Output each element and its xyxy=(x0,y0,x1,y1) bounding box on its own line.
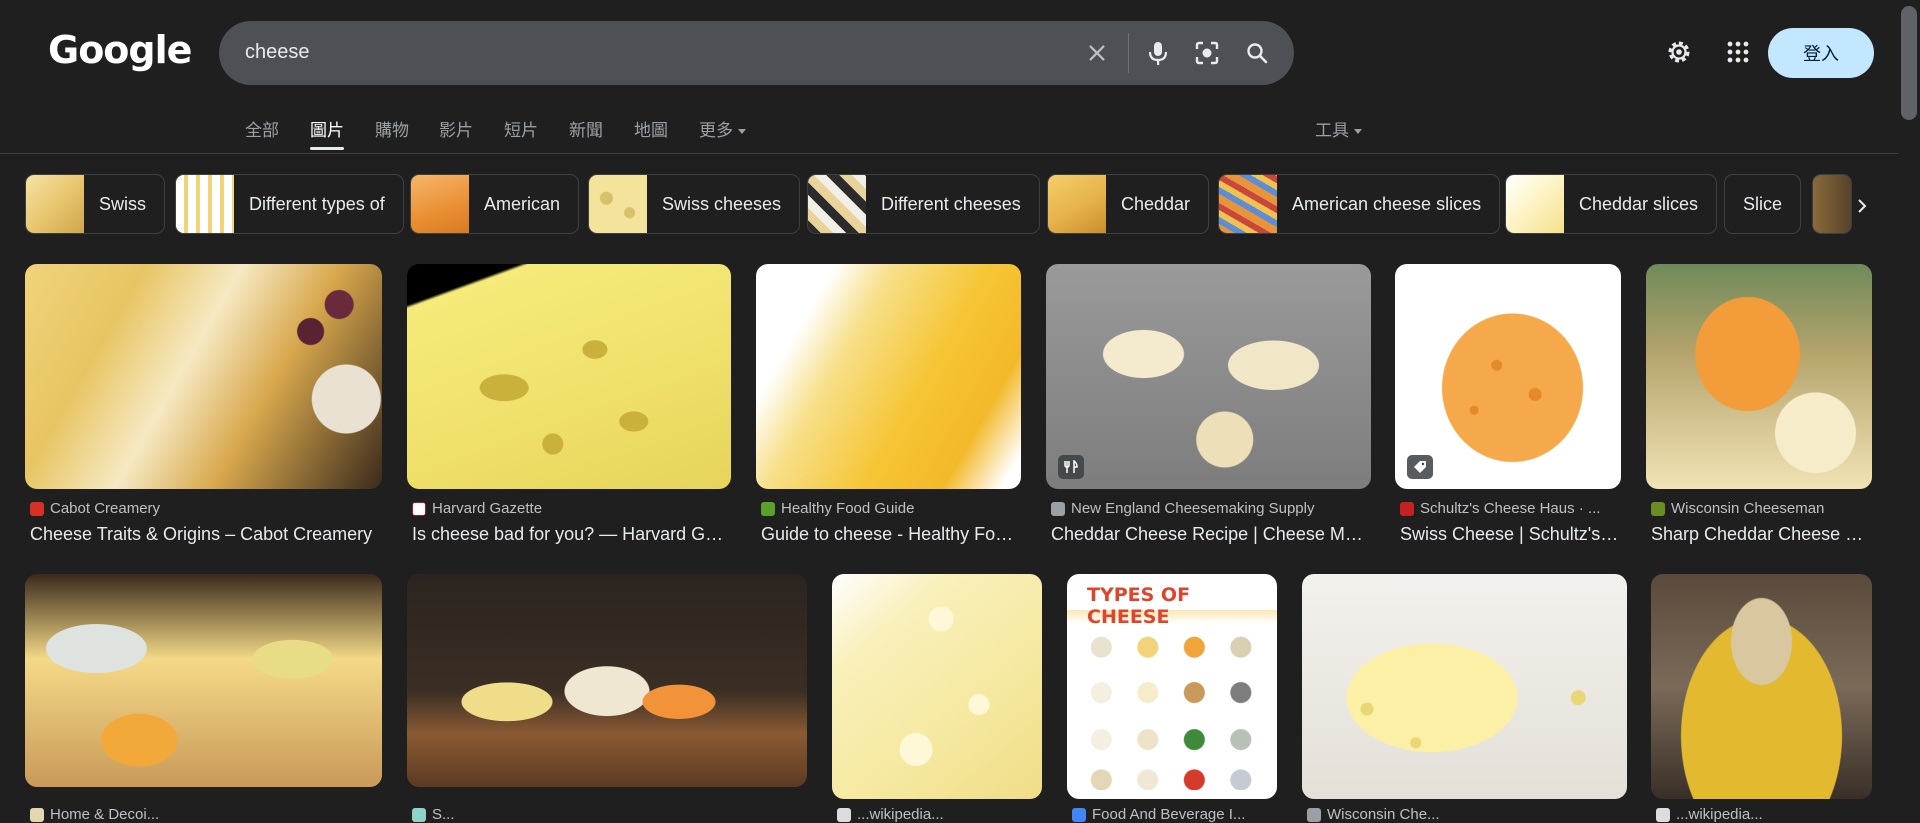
result-thumbnail[interactable] xyxy=(25,264,382,489)
result-thumbnail[interactable] xyxy=(1651,574,1872,799)
chip-swiss[interactable]: Swiss xyxy=(25,174,166,234)
clear-icon[interactable] xyxy=(1083,39,1111,67)
recipe-icon xyxy=(1058,455,1084,479)
favicon-icon xyxy=(1051,501,1065,516)
chip-cheddar-slices[interactable]: Cheddar slices xyxy=(1505,174,1718,234)
sign-in-button[interactable]: 登入 xyxy=(1768,28,1874,78)
chip-thumbnail xyxy=(808,175,866,233)
chip-american-slices[interactable]: American cheese slices xyxy=(1218,174,1501,234)
tab-images[interactable]: 圖片 xyxy=(310,116,344,150)
favicon-icon xyxy=(412,807,426,822)
chip-thumbnail xyxy=(411,175,469,233)
apps-icon[interactable] xyxy=(1722,36,1754,68)
tools-button[interactable]: 工具 xyxy=(1315,116,1362,141)
mic-icon[interactable] xyxy=(1144,39,1172,67)
tab-shopping[interactable]: 購物 xyxy=(375,116,409,141)
result-source[interactable]: Cabot Creamery xyxy=(30,500,380,517)
chip-different-types[interactable]: Different types of xyxy=(175,174,404,234)
favicon-icon xyxy=(30,807,44,822)
result-thumbnail[interactable] xyxy=(756,264,1021,489)
result-thumbnail[interactable] xyxy=(25,574,382,787)
result-source[interactable]: Healthy Food Guide xyxy=(761,500,1023,517)
result-source[interactable]: Harvard Gazette xyxy=(412,500,732,517)
result-title[interactable]: Guide to cheese - Healthy Food Guide xyxy=(761,524,1019,545)
tab-all[interactable]: 全部 xyxy=(245,116,279,141)
result-source[interactable]: ...wikipedia... xyxy=(1656,806,1874,823)
result-source[interactable]: Wisconsin Che... xyxy=(1307,806,1627,823)
favicon-icon xyxy=(1072,807,1086,822)
result-thumbnail[interactable] xyxy=(1302,574,1627,799)
tab-news[interactable]: 新聞 xyxy=(569,116,603,141)
tab-maps[interactable]: 地圖 xyxy=(634,116,668,141)
result-title[interactable]: Is cheese bad for you? — Harvard Gazette xyxy=(412,524,732,545)
result-thumbnail[interactable] xyxy=(1646,264,1872,489)
favicon-icon xyxy=(30,501,44,516)
result-source[interactable]: Wisconsin Cheeseman xyxy=(1651,500,1873,517)
chip-thumbnail xyxy=(1219,175,1277,233)
favicon-icon xyxy=(1400,501,1414,516)
favicon-icon xyxy=(761,501,775,516)
result-source[interactable]: Home & Decoi... xyxy=(30,806,380,823)
chip-different-cheeses[interactable]: Different cheeses xyxy=(807,174,1040,234)
result-thumbnail[interactable] xyxy=(832,574,1042,799)
result-thumbnail[interactable]: TYPES OF CHEESE xyxy=(1067,574,1277,799)
result-title[interactable]: Swiss Cheese | Schultz's Cheese Haus xyxy=(1400,524,1622,545)
lens-icon[interactable] xyxy=(1193,39,1221,67)
result-title[interactable]: Cheese Traits & Origins – Cabot Creamery xyxy=(30,524,382,545)
result-thumbnail[interactable] xyxy=(407,264,731,489)
chip-swiss-cheeses[interactable]: Swiss cheeses xyxy=(588,174,801,234)
favicon-icon xyxy=(1651,501,1665,516)
favicon-icon xyxy=(1656,807,1670,822)
chevron-down-icon xyxy=(738,129,746,135)
chevron-right-icon[interactable] xyxy=(1846,190,1878,222)
result-source[interactable]: ...wikipedia... xyxy=(837,806,1042,823)
infographic-grid xyxy=(1079,622,1265,790)
settings-icon[interactable] xyxy=(1663,36,1695,68)
chip-thumbnail xyxy=(26,175,84,233)
chevron-down-icon xyxy=(1354,129,1362,135)
google-logo[interactable]: Google xyxy=(48,28,192,72)
search-tabs: 全部 圖片 購物 影片 短片 新聞 地圖 更多 工具 xyxy=(0,104,1920,154)
result-thumbnail[interactable] xyxy=(1046,264,1371,489)
refinement-chips: Swiss Different types of American Swiss … xyxy=(0,174,1920,234)
chip-thumbnail xyxy=(176,175,234,233)
result-thumbnail[interactable] xyxy=(407,574,807,787)
favicon-icon xyxy=(837,807,851,822)
tab-shorts[interactable]: 短片 xyxy=(504,116,538,141)
chip-thumbnail xyxy=(1048,175,1106,233)
favicon-icon xyxy=(412,501,426,516)
tab-videos[interactable]: 影片 xyxy=(439,116,473,141)
search-input[interactable]: cheese xyxy=(245,41,310,64)
scrollbar-track[interactable] xyxy=(1898,0,1920,816)
chip-thumbnail xyxy=(1506,175,1564,233)
favicon-icon xyxy=(1307,807,1321,822)
header: Google cheese 登入 xyxy=(0,0,1920,104)
search-bar[interactable]: cheese xyxy=(219,21,1294,85)
search-divider xyxy=(1128,33,1129,73)
result-source[interactable]: New England Cheesemaking Supply xyxy=(1051,500,1371,517)
chip-thumbnail xyxy=(589,175,647,233)
search-icon[interactable] xyxy=(1243,39,1271,67)
result-source[interactable]: S... xyxy=(412,806,807,823)
scrollbar-thumb[interactable] xyxy=(1901,6,1917,120)
tab-more[interactable]: 更多 xyxy=(699,116,746,141)
result-title[interactable]: Sharp Cheddar Cheese Wedge xyxy=(1651,524,1873,545)
chip-slice[interactable]: Slice xyxy=(1724,174,1802,234)
result-source[interactable]: Food And Beverage I... xyxy=(1072,806,1277,823)
result-title[interactable]: Cheddar Cheese Recipe | Cheese Making xyxy=(1051,524,1369,545)
result-source[interactable]: Schultz's Cheese Haus · ... xyxy=(1400,500,1622,517)
chip-american[interactable]: American xyxy=(410,174,580,234)
tag-icon xyxy=(1407,455,1433,479)
chip-cheddar[interactable]: Cheddar xyxy=(1047,174,1210,234)
